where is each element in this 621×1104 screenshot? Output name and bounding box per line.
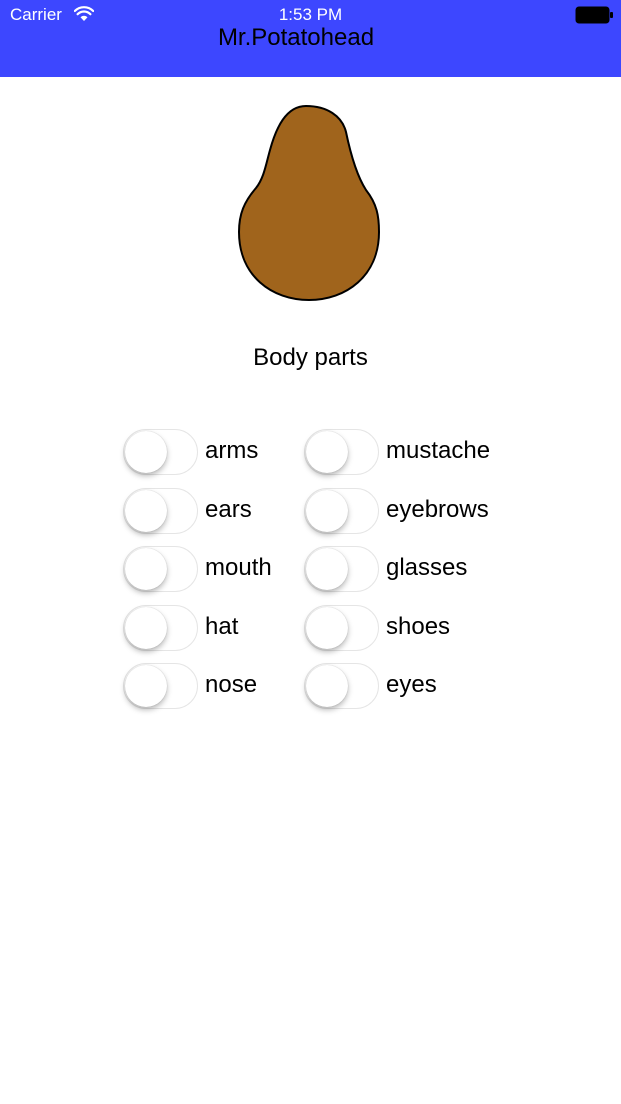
eyebrows-switch[interactable] xyxy=(304,488,379,534)
section-title-body-parts: Body parts xyxy=(253,344,368,371)
switch-knob xyxy=(306,548,348,590)
arms-label: arms xyxy=(205,437,259,464)
eyes-label: eyes xyxy=(386,671,437,698)
glasses-switch[interactable] xyxy=(304,546,379,592)
navigation-bar: Carrier 1:53 PM Mr.Potatohead xyxy=(0,0,621,77)
nose-switch[interactable] xyxy=(123,663,198,709)
potato-body-shape xyxy=(237,104,381,302)
switch-knob xyxy=(306,431,348,473)
hat-label: hat xyxy=(205,613,239,640)
toggle-row-mustache: mustache xyxy=(304,429,524,477)
eyes-switch[interactable] xyxy=(304,663,379,709)
switch-knob xyxy=(125,665,167,707)
ears-label: ears xyxy=(205,496,252,523)
toggle-row-eyebrows: eyebrows xyxy=(304,488,524,536)
mustache-switch[interactable] xyxy=(304,429,379,475)
switch-knob xyxy=(306,607,348,649)
shoes-label: shoes xyxy=(386,613,451,640)
mouth-switch[interactable] xyxy=(123,546,198,592)
switch-knob xyxy=(306,490,348,532)
switch-knob xyxy=(125,607,167,649)
switch-knob xyxy=(125,548,167,590)
nose-label: nose xyxy=(205,671,258,698)
switch-knob xyxy=(306,665,348,707)
mouth-label: mouth xyxy=(205,554,272,581)
mustache-label: mustache xyxy=(386,437,491,464)
switch-knob xyxy=(125,431,167,473)
shoes-switch[interactable] xyxy=(304,605,379,651)
eyebrows-label: eyebrows xyxy=(386,496,489,523)
arms-switch[interactable] xyxy=(123,429,198,475)
nav-title: Mr.Potatohead xyxy=(217,24,375,51)
battery-icon xyxy=(575,6,613,24)
potato-body-image xyxy=(237,104,381,302)
toggle-row-eyes: eyes xyxy=(304,663,524,711)
toggle-row-shoes: shoes xyxy=(304,605,524,653)
glasses-label: glasses xyxy=(386,554,468,581)
hat-switch[interactable] xyxy=(123,605,198,651)
status-time: 1:53 PM xyxy=(278,5,343,24)
ears-switch[interactable] xyxy=(123,488,198,534)
toggle-row-glasses: glasses xyxy=(304,546,524,594)
switch-knob xyxy=(125,490,167,532)
